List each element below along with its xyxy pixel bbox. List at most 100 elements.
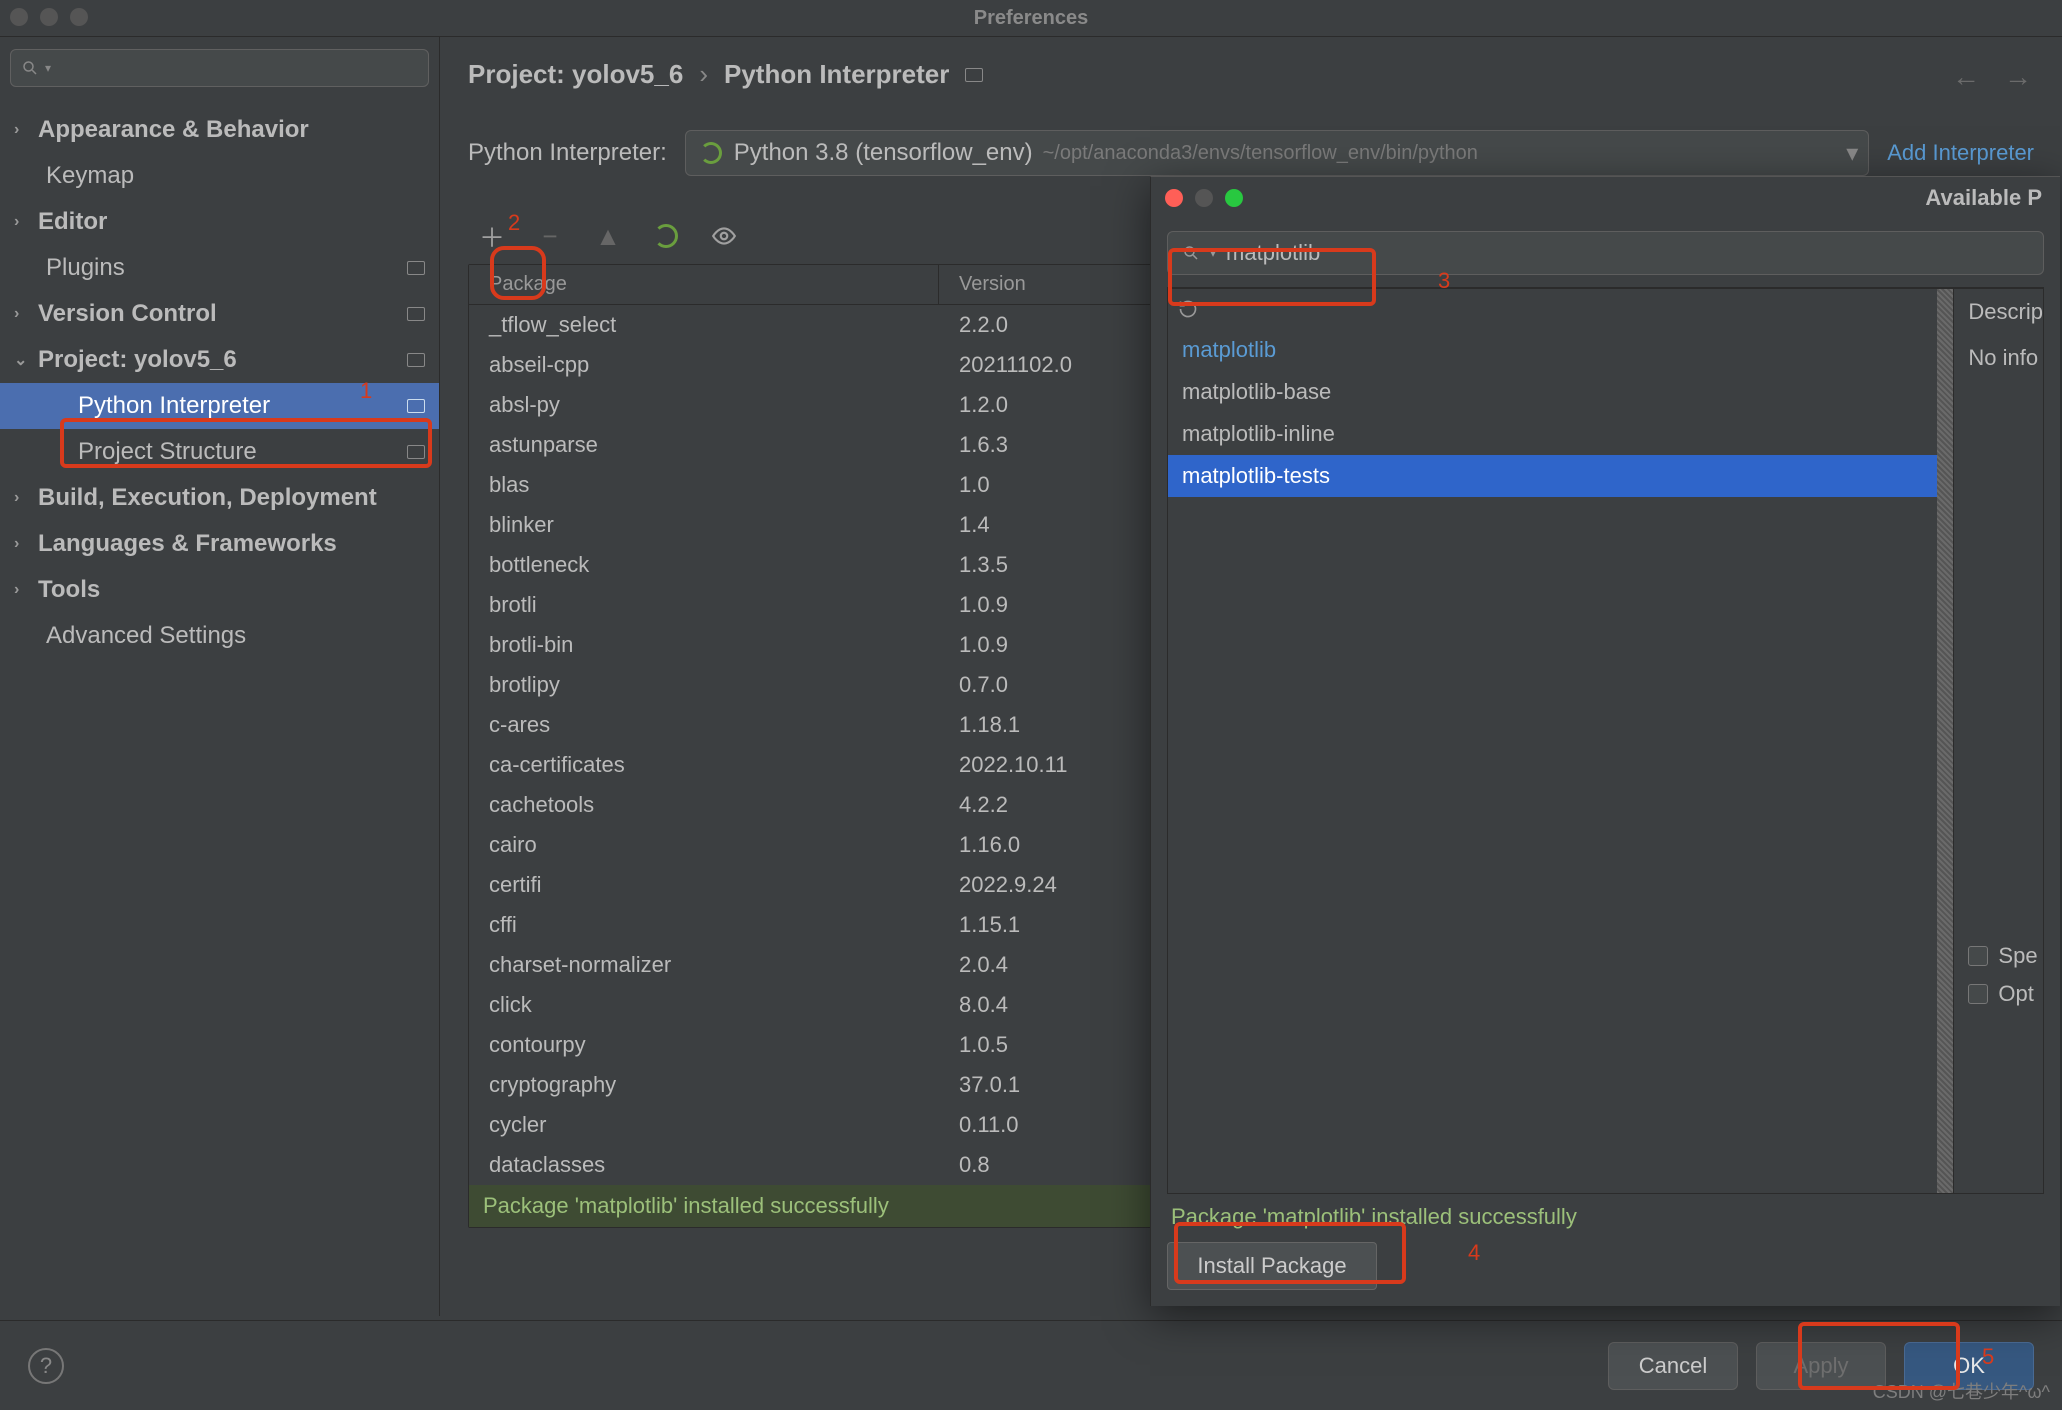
pkg-name: brotlipy xyxy=(469,672,939,698)
search-icon xyxy=(21,59,39,77)
interpreter-dropdown[interactable]: Python 3.8 (tensorflow_env) ~/opt/anacon… xyxy=(685,130,1869,176)
sidebar-item-tools[interactable]: ›Tools xyxy=(0,567,439,613)
pkg-version: 1.3.5 xyxy=(939,552,1008,578)
pkg-version: 2022.10.11 xyxy=(939,752,1067,778)
project-scope-icon xyxy=(407,353,425,367)
popup-close-icon[interactable] xyxy=(1165,189,1183,207)
pkg-name: blinker xyxy=(469,512,939,538)
project-scope-icon xyxy=(407,307,425,321)
pkg-version: 1.0.5 xyxy=(939,1032,1008,1058)
pkg-name: blas xyxy=(469,472,939,498)
pkg-version: 1.15.1 xyxy=(939,912,1020,938)
breadcrumb-page: Python Interpreter xyxy=(724,59,949,90)
pkg-version: 4.2.2 xyxy=(939,792,1008,818)
col-version[interactable]: Version xyxy=(939,273,1026,296)
result-row[interactable]: matplotlib-inline xyxy=(1168,413,1953,455)
settings-tree: › Appearance & Behavior Keymap ›Editor Pl… xyxy=(0,99,439,1316)
pkg-name: absl-py xyxy=(469,392,939,418)
refresh-results[interactable] xyxy=(1168,289,1953,329)
breadcrumb-sep: › xyxy=(699,59,708,90)
pkg-name: cycler xyxy=(469,1112,939,1138)
package-search-input[interactable]: ▾ matplotlib xyxy=(1167,231,2044,275)
sidebar-item-plugins[interactable]: Plugins xyxy=(0,245,439,291)
pkg-version: 1.16.0 xyxy=(939,832,1020,858)
close-dot[interactable] xyxy=(10,8,28,26)
remove-package-button[interactable]: − xyxy=(530,216,570,256)
show-early-button[interactable] xyxy=(704,216,744,256)
result-row[interactable]: matplotlib-base xyxy=(1168,371,1953,413)
refresh-icon xyxy=(654,224,678,248)
sidebar-search[interactable]: ▾ xyxy=(10,49,429,87)
zoom-dot[interactable] xyxy=(70,8,88,26)
cancel-button[interactable]: Cancel xyxy=(1608,1342,1738,1390)
sidebar-label: Build, Execution, Deployment xyxy=(38,484,377,512)
pkg-name: click xyxy=(469,992,939,1018)
add-interpreter-link[interactable]: Add Interpreter xyxy=(1887,140,2034,166)
pkg-version: 1.0 xyxy=(939,472,990,498)
pkg-name: bottleneck xyxy=(469,552,939,578)
apply-button[interactable]: Apply xyxy=(1756,1342,1886,1390)
pkg-name: ca-certificates xyxy=(469,752,939,778)
sidebar-item-editor[interactable]: ›Editor xyxy=(0,199,439,245)
sidebar-item-build[interactable]: › Build, Execution, Deployment xyxy=(0,475,439,521)
sidebar-item-project[interactable]: ⌄Project: yolov5_6 xyxy=(0,337,439,383)
checkbox-icon xyxy=(1968,984,1988,1004)
available-packages-dialog: Available P ▾ matplotlib matplotlibmatpl… xyxy=(1150,176,2060,1306)
chevron-right-icon: › xyxy=(14,581,28,599)
refresh-button[interactable] xyxy=(646,216,686,256)
result-row[interactable]: matplotlib xyxy=(1168,329,1953,371)
pkg-version: 1.2.0 xyxy=(939,392,1008,418)
sidebar-item-vcs[interactable]: ›Version Control xyxy=(0,291,439,337)
pkg-name: certifi xyxy=(469,872,939,898)
pkg-version: 37.0.1 xyxy=(939,1072,1020,1098)
col-package[interactable]: Package xyxy=(469,265,939,304)
pkg-version: 8.0.4 xyxy=(939,992,1008,1018)
sidebar-label: Project: yolov5_6 xyxy=(38,346,237,374)
pkg-name: abseil-cpp xyxy=(469,352,939,378)
pkg-version: 1.18.1 xyxy=(939,712,1020,738)
help-button[interactable]: ? xyxy=(28,1348,64,1384)
sidebar-item-languages[interactable]: ›Languages & Frameworks xyxy=(0,521,439,567)
specify-version-option[interactable]: Spe xyxy=(1968,943,2043,969)
refresh-icon xyxy=(1178,299,1198,319)
pkg-name: astunparse xyxy=(469,432,939,458)
popup-min-icon[interactable] xyxy=(1195,189,1213,207)
nav-back-icon[interactable]: ← xyxy=(1952,61,1980,93)
popup-window-controls xyxy=(1165,189,1243,207)
add-package-button[interactable]: ＋ xyxy=(472,216,512,256)
search-dropdown-icon: ▾ xyxy=(1210,246,1216,260)
pkg-name: brotli-bin xyxy=(469,632,939,658)
interpreter-path: ~/opt/anaconda3/envs/tensorflow_env/bin/… xyxy=(1043,142,1478,165)
watermark: CSDN @七巷少年^ω^ xyxy=(1873,1378,2050,1404)
search-value: matplotlib xyxy=(1226,240,1320,266)
pkg-version: 1.0.9 xyxy=(939,592,1008,618)
chevron-right-icon: › xyxy=(14,121,28,139)
sidebar-label: Appearance & Behavior xyxy=(38,116,309,144)
upgrade-package-button[interactable]: ▲ xyxy=(588,216,628,256)
sidebar-item-appearance[interactable]: › Appearance & Behavior xyxy=(0,107,439,153)
sidebar-item-keymap[interactable]: Keymap xyxy=(0,153,439,199)
popup-zoom-icon[interactable] xyxy=(1225,189,1243,207)
project-scope-icon xyxy=(965,68,983,82)
project-scope-icon xyxy=(407,261,425,275)
min-dot[interactable] xyxy=(40,8,58,26)
breadcrumb: Project: yolov5_6 › Python Interpreter xyxy=(468,59,2034,90)
sidebar-item-advanced[interactable]: Advanced Settings xyxy=(0,613,439,659)
nav-arrows: ← → xyxy=(1952,61,2032,93)
interpreter-name: Python 3.8 (tensorflow_env) xyxy=(734,139,1033,167)
result-row[interactable]: matplotlib-tests xyxy=(1168,455,1953,497)
sidebar-item-python-interpreter[interactable]: Python Interpreter xyxy=(0,383,439,429)
dropdown-icon: ▾ xyxy=(1846,139,1858,168)
pkg-name: cffi xyxy=(469,912,939,938)
install-package-button[interactable]: Install Package xyxy=(1167,1242,1377,1290)
search-icon xyxy=(1182,244,1200,262)
sidebar-item-project-structure[interactable]: Project Structure xyxy=(0,429,439,475)
scrollbar[interactable] xyxy=(1937,289,1953,1193)
chevron-right-icon: › xyxy=(14,489,28,507)
options-option[interactable]: Opt xyxy=(1968,981,2043,1007)
nav-fwd-icon[interactable]: → xyxy=(2004,61,2032,93)
results-list: matplotlibmatplotlib-basematplotlib-inli… xyxy=(1167,288,1953,1194)
chevron-right-icon: › xyxy=(14,305,28,323)
sidebar: ▾ › Appearance & Behavior Keymap ›Editor … xyxy=(0,37,440,1316)
sidebar-label: Python Interpreter xyxy=(78,392,270,420)
